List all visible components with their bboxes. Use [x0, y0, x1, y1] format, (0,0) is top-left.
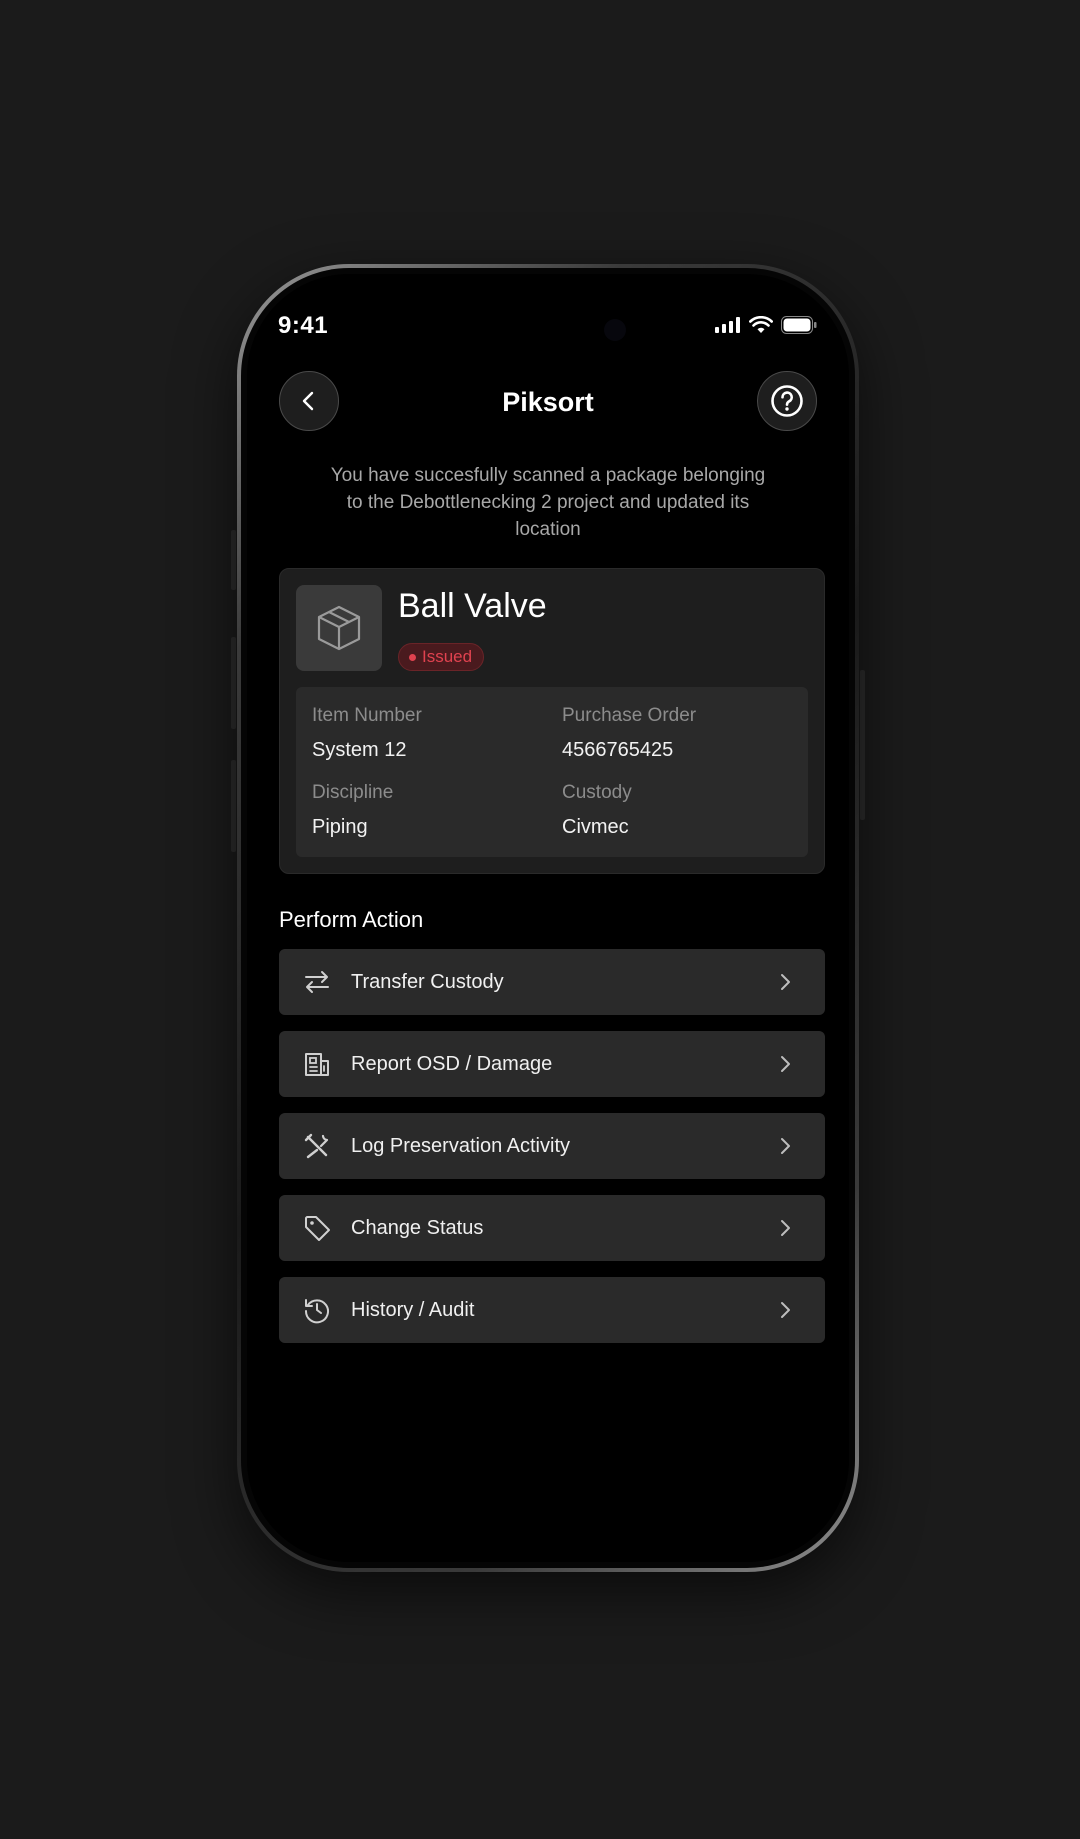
transfer-custody-button[interactable]: Transfer Custody — [279, 949, 825, 1015]
scan-success-message: You have succesfully scanned a package b… — [330, 465, 766, 540]
detail-label: Item Number — [312, 705, 422, 726]
status-dot — [409, 653, 416, 661]
history-icon — [304, 1299, 329, 1324]
battery-icon — [781, 316, 817, 334]
detail-label: Purchase Order — [562, 705, 697, 726]
tag-icon — [305, 1216, 330, 1241]
action-label: Log Preservation Activity — [351, 1134, 570, 1157]
phone-side-button-volume-down — [231, 760, 236, 852]
status-icons — [715, 316, 817, 334]
phone-side-button-action — [231, 530, 236, 590]
phone-side-button-volume-up — [231, 637, 236, 729]
chevron-right-icon — [781, 1138, 790, 1154]
phone-frame: 9:41 Piksort You have succesfully scanne… — [237, 264, 859, 1572]
status-badge: Issued — [398, 643, 485, 671]
chevron-right-icon — [781, 974, 790, 990]
item-card: Ball Valve Issued Item Number System 12 … — [279, 568, 825, 874]
log-preservation-activity-button[interactable]: Log Preservation Activity — [279, 1113, 825, 1179]
phone-side-button-power — [860, 670, 865, 820]
chevron-right-icon — [781, 1220, 790, 1236]
wifi-icon — [749, 316, 773, 333]
report-document-icon — [305, 1053, 329, 1076]
perform-action-heading: Perform Action — [279, 907, 424, 932]
chevron-right-icon — [781, 1302, 790, 1318]
action-label: History / Audit — [351, 1298, 475, 1321]
detail-discipline: Discipline Piping — [312, 782, 393, 839]
history-audit-button[interactable]: History / Audit — [279, 1277, 825, 1343]
detail-value: System 12 — [312, 739, 407, 761]
detail-value: Piping — [312, 816, 368, 838]
detail-label: Custody — [562, 782, 632, 803]
chevron-right-icon — [781, 1056, 790, 1072]
detail-value: Civmec — [562, 816, 629, 838]
front-camera — [604, 319, 626, 341]
tools-icon — [304, 1133, 329, 1159]
phone-screen: 9:41 Piksort You have succesfully scanne… — [247, 274, 849, 1562]
action-label: Change Status — [351, 1216, 484, 1239]
help-button[interactable] — [757, 371, 817, 431]
cellular-signal-icon — [715, 317, 740, 333]
item-name: Ball Valve — [398, 587, 547, 625]
detail-custody: Custody Civmec — [562, 782, 632, 839]
report-osd-damage-button[interactable]: Report OSD / Damage — [279, 1031, 825, 1097]
detail-item-number: Item Number System 12 — [312, 705, 422, 762]
transfer-arrows-icon — [305, 971, 329, 993]
phone-bezel: 9:41 Piksort You have succesfully scanne… — [241, 268, 855, 1568]
help-circle-icon — [771, 385, 803, 417]
detail-purchase-order: Purchase Order 4566765425 — [562, 705, 696, 762]
detail-label: Discipline — [312, 782, 394, 803]
change-status-button[interactable]: Change Status — [279, 1195, 825, 1261]
action-label: Report OSD / Damage — [351, 1052, 553, 1075]
status-badge-label: Issued — [422, 647, 473, 666]
action-label: Transfer Custody — [351, 970, 504, 993]
package-box-icon — [317, 605, 361, 651]
item-details: Item Number System 12 Purchase Order 456… — [296, 687, 808, 857]
detail-value: 4566765425 — [562, 739, 674, 761]
status-time: 9:41 — [278, 312, 329, 339]
item-thumbnail — [296, 585, 382, 671]
